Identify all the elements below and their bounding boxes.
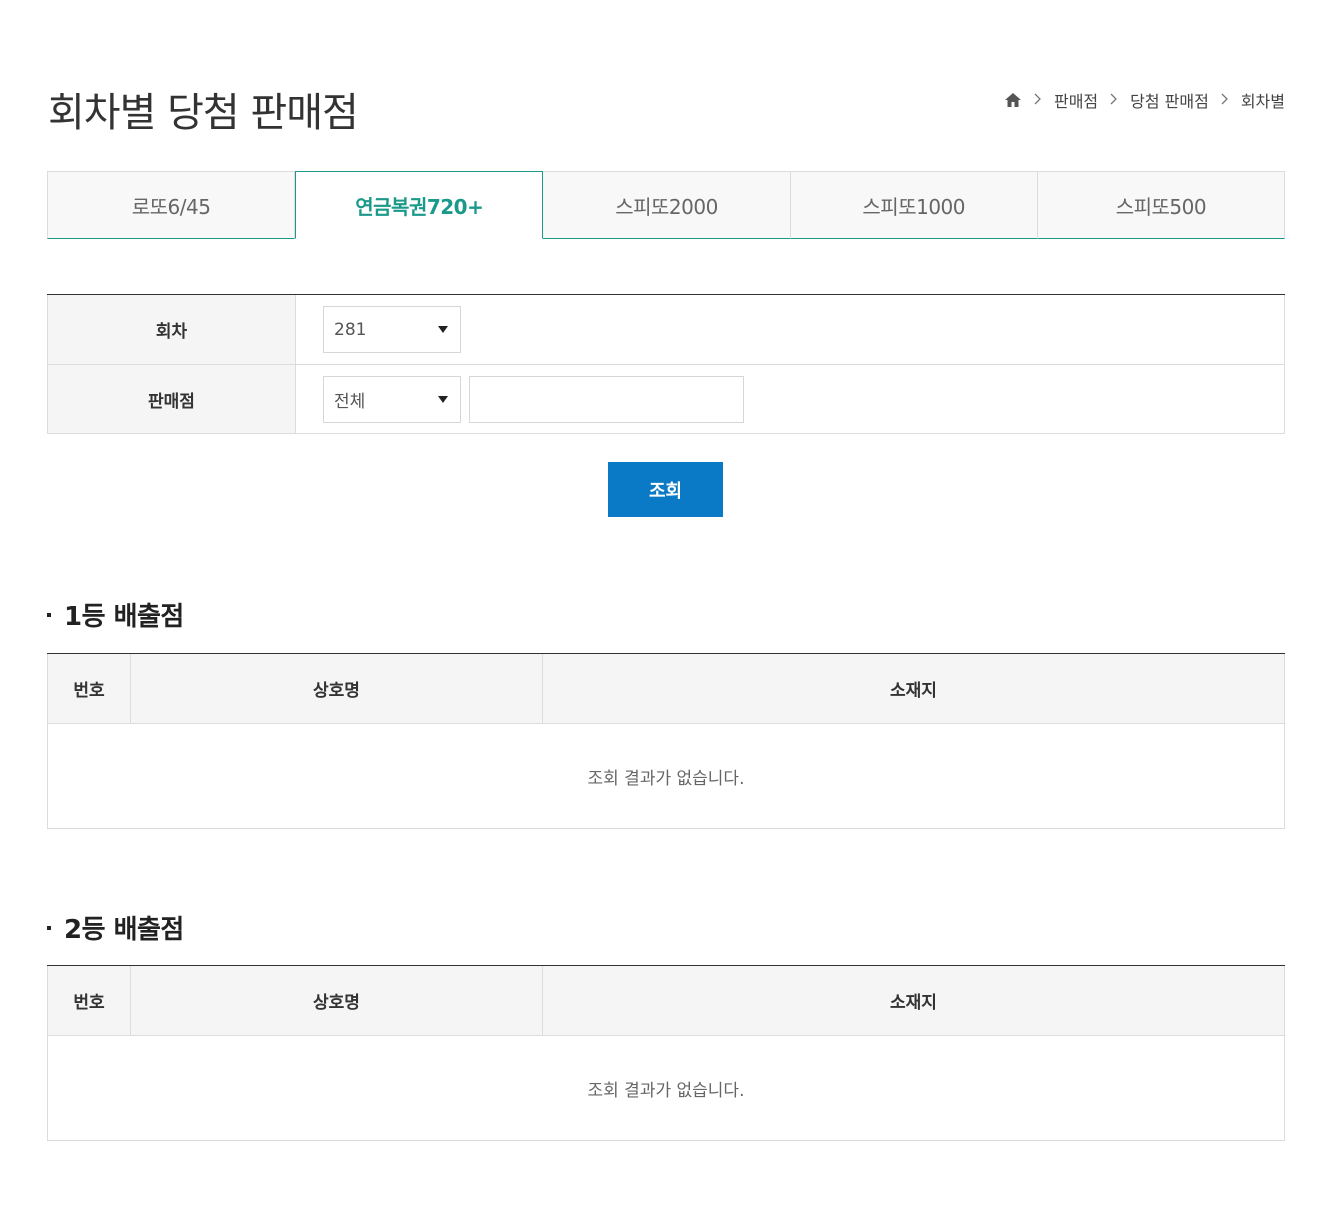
column-header-store-name: 상호명 (131, 966, 543, 1035)
tab-lotto645[interactable]: 로또6/45 (47, 171, 296, 239)
store-name-input[interactable] (469, 375, 744, 423)
tab-pension720[interactable]: 연금복권720+ (295, 171, 544, 239)
search-button[interactable]: 조회 (608, 462, 723, 517)
breadcrumb-item-winning-stores[interactable]: 당첨 판매점 (1130, 88, 1209, 112)
column-header-address: 소재지 (890, 993, 937, 1013)
breadcrumb-item-by-round[interactable]: 회차별 (1241, 88, 1285, 112)
second-prize-table: 번호 상호명 소재지 조회 결과가 없습니다. (47, 965, 1285, 1141)
round-select-value: 281 (334, 319, 367, 340)
caret-down-icon (438, 326, 448, 333)
chevron-right-icon (1034, 91, 1042, 109)
tab-speetto500[interactable]: 스피또500 (1037, 171, 1286, 239)
chevron-right-icon (1110, 91, 1118, 109)
search-row-round: 회차 281 (47, 295, 1285, 365)
column-header-store-name: 상호명 (131, 654, 543, 723)
empty-result-message: 조회 결과가 없습니다. (47, 1036, 1285, 1141)
bullet-icon (47, 925, 51, 930)
column-header-address: 소재지 (890, 681, 937, 701)
table-header: 번호 상호명 소재지 (47, 966, 1285, 1036)
store-scope-value: 전체 (334, 391, 366, 412)
section-title-second-prize: 2등 배출점 (47, 909, 184, 946)
section-title-first-prize: 1등 배출점 (47, 596, 184, 633)
round-label: 회차 (47, 295, 296, 364)
store-label: 판매점 (47, 365, 296, 433)
home-icon[interactable] (1004, 91, 1022, 109)
tab-speetto2000[interactable]: 스피또2000 (543, 171, 791, 239)
search-form: 회차 281 판매점 전체 (47, 294, 1285, 434)
tab-speetto1000[interactable]: 스피또1000 (790, 171, 1038, 239)
caret-down-icon (438, 395, 448, 403)
breadcrumb-item-stores[interactable]: 판매점 (1054, 88, 1098, 112)
bullet-icon (47, 612, 51, 617)
round-select[interactable]: 281 (323, 306, 461, 353)
column-header-number: 번호 (48, 654, 131, 723)
store-scope-select[interactable]: 전체 (323, 375, 461, 423)
breadcrumb: 판매점 당첨 판매점 회차별 (1004, 88, 1285, 112)
empty-result-message: 조회 결과가 없습니다. (47, 724, 1285, 829)
search-row-store: 판매점 전체 (47, 365, 1285, 434)
chevron-right-icon (1221, 91, 1229, 109)
first-prize-table: 번호 상호명 소재지 조회 결과가 없습니다. (47, 653, 1285, 829)
table-header: 번호 상호명 소재지 (47, 654, 1285, 724)
page-title: 회차별 당첨 판매점 (48, 90, 359, 136)
column-header-number: 번호 (48, 966, 131, 1035)
lottery-tabs: 로또6/45 연금복권720+ 스피또2000 스피또1000 스피또500 (47, 171, 1286, 239)
